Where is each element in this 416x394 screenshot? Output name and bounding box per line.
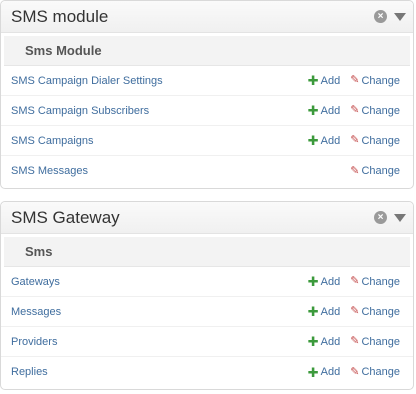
change-button[interactable]: ✎ Change (350, 366, 400, 378)
model-link[interactable]: SMS Messages (11, 165, 88, 177)
change-label: Change (361, 74, 400, 87)
pencil-icon: ✎ (350, 134, 360, 146)
change-label: Change (361, 275, 400, 288)
pencil-icon: ✎ (350, 335, 360, 347)
add-button[interactable]: ✚ Add (308, 74, 340, 87)
module-header: SMS Gateway × (1, 202, 413, 234)
add-button[interactable]: ✚ Add (308, 134, 340, 147)
model-row: Replies ✚ Add ✎ Change (1, 357, 413, 387)
add-label: Add (320, 366, 341, 378)
add-button[interactable]: ✚ Add (308, 305, 340, 318)
model-link[interactable]: Providers (11, 336, 57, 348)
module-sms: SMS module × Sms Module SMS Campaign Dia… (0, 0, 414, 189)
model-row: SMS Messages ✎ Change (1, 156, 413, 186)
change-label: Change (361, 134, 400, 147)
model-link[interactable]: SMS Campaigns (11, 135, 94, 147)
plus-icon: ✚ (307, 73, 319, 88)
row-actions: ✚ Add ✎ Change (308, 134, 400, 147)
app-subheader: Sms (4, 237, 410, 267)
model-row: SMS Campaigns ✚ Add ✎ Change (1, 126, 413, 156)
add-button[interactable]: ✚ Add (308, 366, 340, 379)
module-sms-gateway: SMS Gateway × Sms Gateways ✚ Add ✎ Change … (0, 201, 414, 390)
pencil-icon: ✎ (350, 104, 360, 116)
change-button[interactable]: ✎ Change (350, 336, 400, 348)
model-list: Gateways ✚ Add ✎ Change Messages ✚ Add ✎ Cha… (1, 267, 413, 387)
model-row: SMS Campaign Dialer Settings ✚ Add ✎ Chang… (1, 66, 413, 96)
plus-icon: ✚ (307, 103, 319, 118)
change-label: Change (361, 335, 400, 348)
change-button[interactable]: ✎ Change (350, 75, 400, 87)
pencil-icon: ✎ (350, 164, 360, 177)
add-button[interactable]: ✚ Add (308, 335, 340, 348)
add-label: Add (320, 275, 341, 288)
module-actions: × (374, 211, 406, 224)
model-row: Providers ✚ Add ✎ Change (1, 327, 413, 357)
change-button[interactable]: ✎ Change (350, 306, 400, 318)
row-actions: ✚ Add ✎ Change (308, 335, 400, 348)
row-actions: ✚ Add ✎ Change (308, 275, 400, 288)
model-link[interactable]: SMS Campaign Subscribers (11, 105, 149, 117)
change-button[interactable]: ✎ Change (350, 276, 400, 288)
add-label: Add (320, 335, 341, 348)
row-actions: ✚ Add ✎ Change (308, 305, 400, 318)
add-label: Add (320, 104, 341, 117)
model-link[interactable]: Replies (11, 366, 48, 378)
model-link[interactable]: Gateways (11, 276, 60, 288)
model-link[interactable]: Messages (11, 306, 61, 318)
module-actions: × (374, 10, 406, 23)
pencil-icon: ✎ (350, 365, 360, 378)
change-label: Change (361, 305, 400, 318)
plus-icon: ✚ (307, 133, 319, 148)
model-row: SMS Campaign Subscribers ✚ Add ✎ Change (1, 96, 413, 126)
change-label: Change (361, 165, 400, 177)
row-actions: ✚ Add ✎ Change (308, 104, 400, 117)
add-label: Add (320, 134, 341, 147)
change-label: Change (361, 104, 400, 117)
row-actions: ✚ Add ✎ Change (308, 74, 400, 87)
change-label: Change (361, 366, 400, 378)
module-title: SMS Gateway (11, 207, 120, 227)
change-button[interactable]: ✎ Change (350, 105, 400, 117)
model-link[interactable]: SMS Campaign Dialer Settings (11, 75, 163, 87)
plus-icon: ✚ (307, 334, 319, 349)
plus-icon: ✚ (307, 304, 319, 319)
plus-icon: ✚ (307, 364, 319, 380)
pencil-icon: ✎ (350, 305, 360, 317)
app-subheader: Sms Module (4, 36, 410, 66)
add-button[interactable]: ✚ Add (308, 275, 340, 288)
chevron-down-icon[interactable] (394, 213, 406, 222)
model-row: Messages ✚ Add ✎ Change (1, 297, 413, 327)
change-button[interactable]: ✎ Change (350, 165, 400, 177)
module-header: SMS module × (1, 1, 413, 33)
add-label: Add (320, 74, 341, 87)
pencil-icon: ✎ (350, 74, 360, 86)
add-button[interactable]: ✚ Add (308, 104, 340, 117)
model-list: SMS Campaign Dialer Settings ✚ Add ✎ Chang… (1, 66, 413, 186)
chevron-down-icon[interactable] (394, 12, 406, 21)
module-title: SMS module (11, 6, 109, 26)
plus-icon: ✚ (307, 274, 319, 289)
change-button[interactable]: ✎ Change (350, 135, 400, 147)
row-actions: ✚ Add ✎ Change (308, 366, 400, 379)
close-icon[interactable]: × (374, 10, 387, 23)
pencil-icon: ✎ (350, 275, 360, 287)
row-actions: ✎ Change (350, 165, 400, 177)
add-label: Add (320, 305, 341, 318)
model-row: Gateways ✚ Add ✎ Change (1, 267, 413, 297)
close-icon[interactable]: × (374, 211, 387, 224)
